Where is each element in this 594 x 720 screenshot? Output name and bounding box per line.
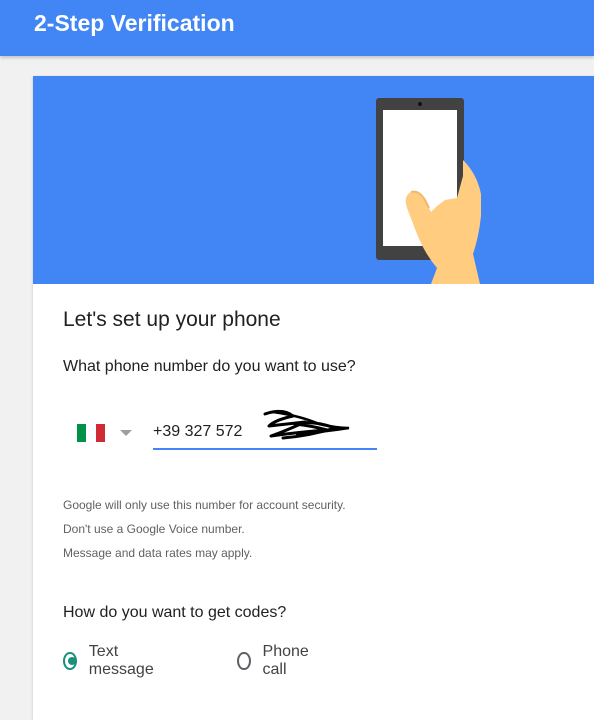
phone-question: What phone number do you want to use? — [63, 358, 356, 375]
setup-card: Let's set up your phone What phone numbe… — [33, 76, 594, 720]
hero-banner — [33, 76, 594, 284]
page-title: 2-Step Verification — [34, 10, 235, 36]
radio-checked-icon[interactable] — [63, 652, 77, 670]
italy-flag-icon[interactable] — [77, 424, 105, 442]
codes-heading: How do you want to get codes? — [63, 604, 287, 621]
phone-call-label: Phone call — [262, 643, 309, 678]
chevron-down-icon[interactable] — [120, 430, 132, 436]
setup-heading: Let's set up your phone — [63, 308, 281, 331]
text-message-option[interactable]: Text message — [63, 643, 158, 678]
text-message-label: Text message — [88, 643, 154, 678]
rates-note: Message and data rates may apply. — [63, 546, 253, 560]
voice-note: Don't use a Google Voice number. — [63, 522, 245, 536]
phone-in-hand-illustration — [376, 98, 481, 284]
security-note: Google will only use this number for acc… — [63, 498, 346, 512]
phone-call-option[interactable]: Phone call — [237, 643, 313, 678]
app-header: 2-Step Verification — [0, 0, 594, 56]
redaction-scribble — [263, 409, 350, 440]
radio-unchecked-icon[interactable] — [237, 652, 251, 670]
